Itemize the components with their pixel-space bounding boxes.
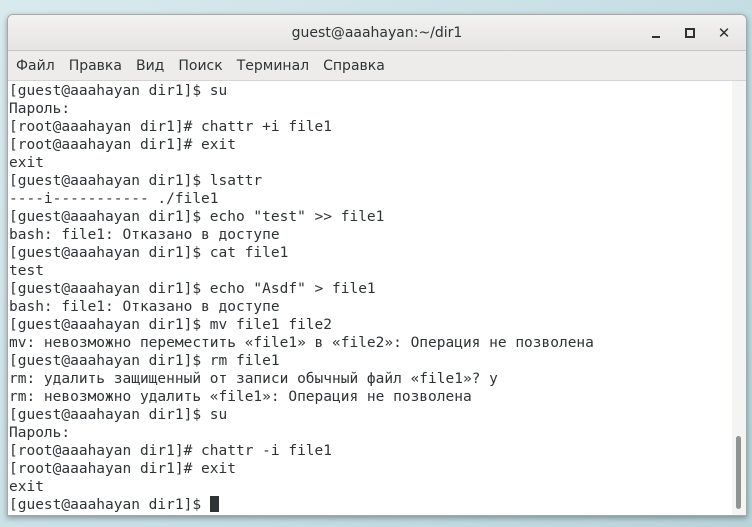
- terminal-line: Пароль:: [9, 425, 71, 441]
- menu-help[interactable]: Справка: [316, 51, 392, 81]
- close-button[interactable]: ✕: [714, 23, 734, 43]
- terminal-lines: [guest@aaahayan dir1]$ su Пароль: [root@…: [9, 82, 594, 514]
- terminal-line: [guest@aaahayan dir1]$ rm file1: [9, 353, 280, 369]
- maximize-icon: [685, 28, 695, 38]
- terminal-line: rm: удалить защищенный от записи обычный…: [9, 371, 498, 387]
- terminal-line: [guest@aaahayan dir1]$ su: [9, 83, 228, 99]
- menu-view[interactable]: Вид: [129, 51, 171, 81]
- terminal-output-area[interactable]: [guest@aaahayan dir1]$ su Пароль: [root@…: [8, 81, 732, 515]
- terminal-line: [guest@aaahayan dir1]$ cat file1: [9, 245, 289, 261]
- vertical-scrollbar[interactable]: [732, 81, 746, 515]
- title-bar[interactable]: guest@aaahayan:~/dir1 ✕: [8, 15, 746, 51]
- terminal-prompt: [guest@aaahayan dir1]$: [9, 497, 210, 513]
- terminal-window: guest@aaahayan:~/dir1 ✕ Файл Правка Вид …: [7, 14, 747, 516]
- terminal-line: test: [9, 263, 44, 279]
- menu-search[interactable]: Поиск: [171, 51, 229, 81]
- terminal-line: Пароль:: [9, 101, 71, 117]
- terminal-line: [root@aaahayan dir1]# exit: [9, 461, 236, 477]
- maximize-button[interactable]: [680, 23, 700, 43]
- close-icon: ✕: [717, 24, 731, 42]
- desktop-background: guest@aaahayan:~/dir1 ✕ Файл Правка Вид …: [0, 0, 752, 527]
- terminal-line: [guest@aaahayan dir1]$ mv file1 file2: [9, 317, 333, 333]
- terminal-line: [guest@aaahayan dir1]$ su: [9, 407, 228, 423]
- menu-edit[interactable]: Правка: [62, 51, 129, 81]
- terminal-line: mv: невозможно переместить «file1» в «fi…: [9, 335, 594, 351]
- minimize-icon: [652, 35, 660, 38]
- terminal-line: [root@aaahayan dir1]# exit: [9, 137, 236, 153]
- menu-file[interactable]: Файл: [9, 51, 62, 81]
- menu-bar: Файл Правка Вид Поиск Терминал Справка: [8, 51, 746, 81]
- terminal-line: [root@aaahayan dir1]# chattr +i file1: [9, 119, 333, 135]
- terminal-line: bash: file1: Отказано в доступе: [9, 299, 280, 315]
- terminal-line: rm: невозможно удалить «file1»: Операция…: [9, 389, 472, 405]
- terminal-line: [root@aaahayan dir1]# chattr -i file1: [9, 443, 333, 459]
- scrollbar-thumb[interactable]: [736, 436, 741, 509]
- text-cursor: [209, 496, 219, 512]
- window-title: guest@aaahayan:~/dir1: [291, 25, 463, 41]
- terminal-line: exit: [9, 479, 44, 495]
- minimize-button[interactable]: [646, 23, 666, 43]
- terminal-line: ----i----------- ./file1: [9, 191, 219, 207]
- menu-terminal[interactable]: Терминал: [230, 51, 316, 81]
- terminal-line: [guest@aaahayan dir1]$ echo "Asdf" > fil…: [9, 281, 376, 297]
- terminal-line: bash: file1: Отказано в доступе: [9, 227, 280, 243]
- terminal-line: exit: [9, 155, 44, 171]
- terminal-line: [guest@aaahayan dir1]$ lsattr: [9, 173, 263, 189]
- terminal-prompt-line[interactable]: [guest@aaahayan dir1]$: [9, 496, 594, 514]
- terminal-line: [guest@aaahayan dir1]$ echo "test" >> fi…: [9, 209, 385, 225]
